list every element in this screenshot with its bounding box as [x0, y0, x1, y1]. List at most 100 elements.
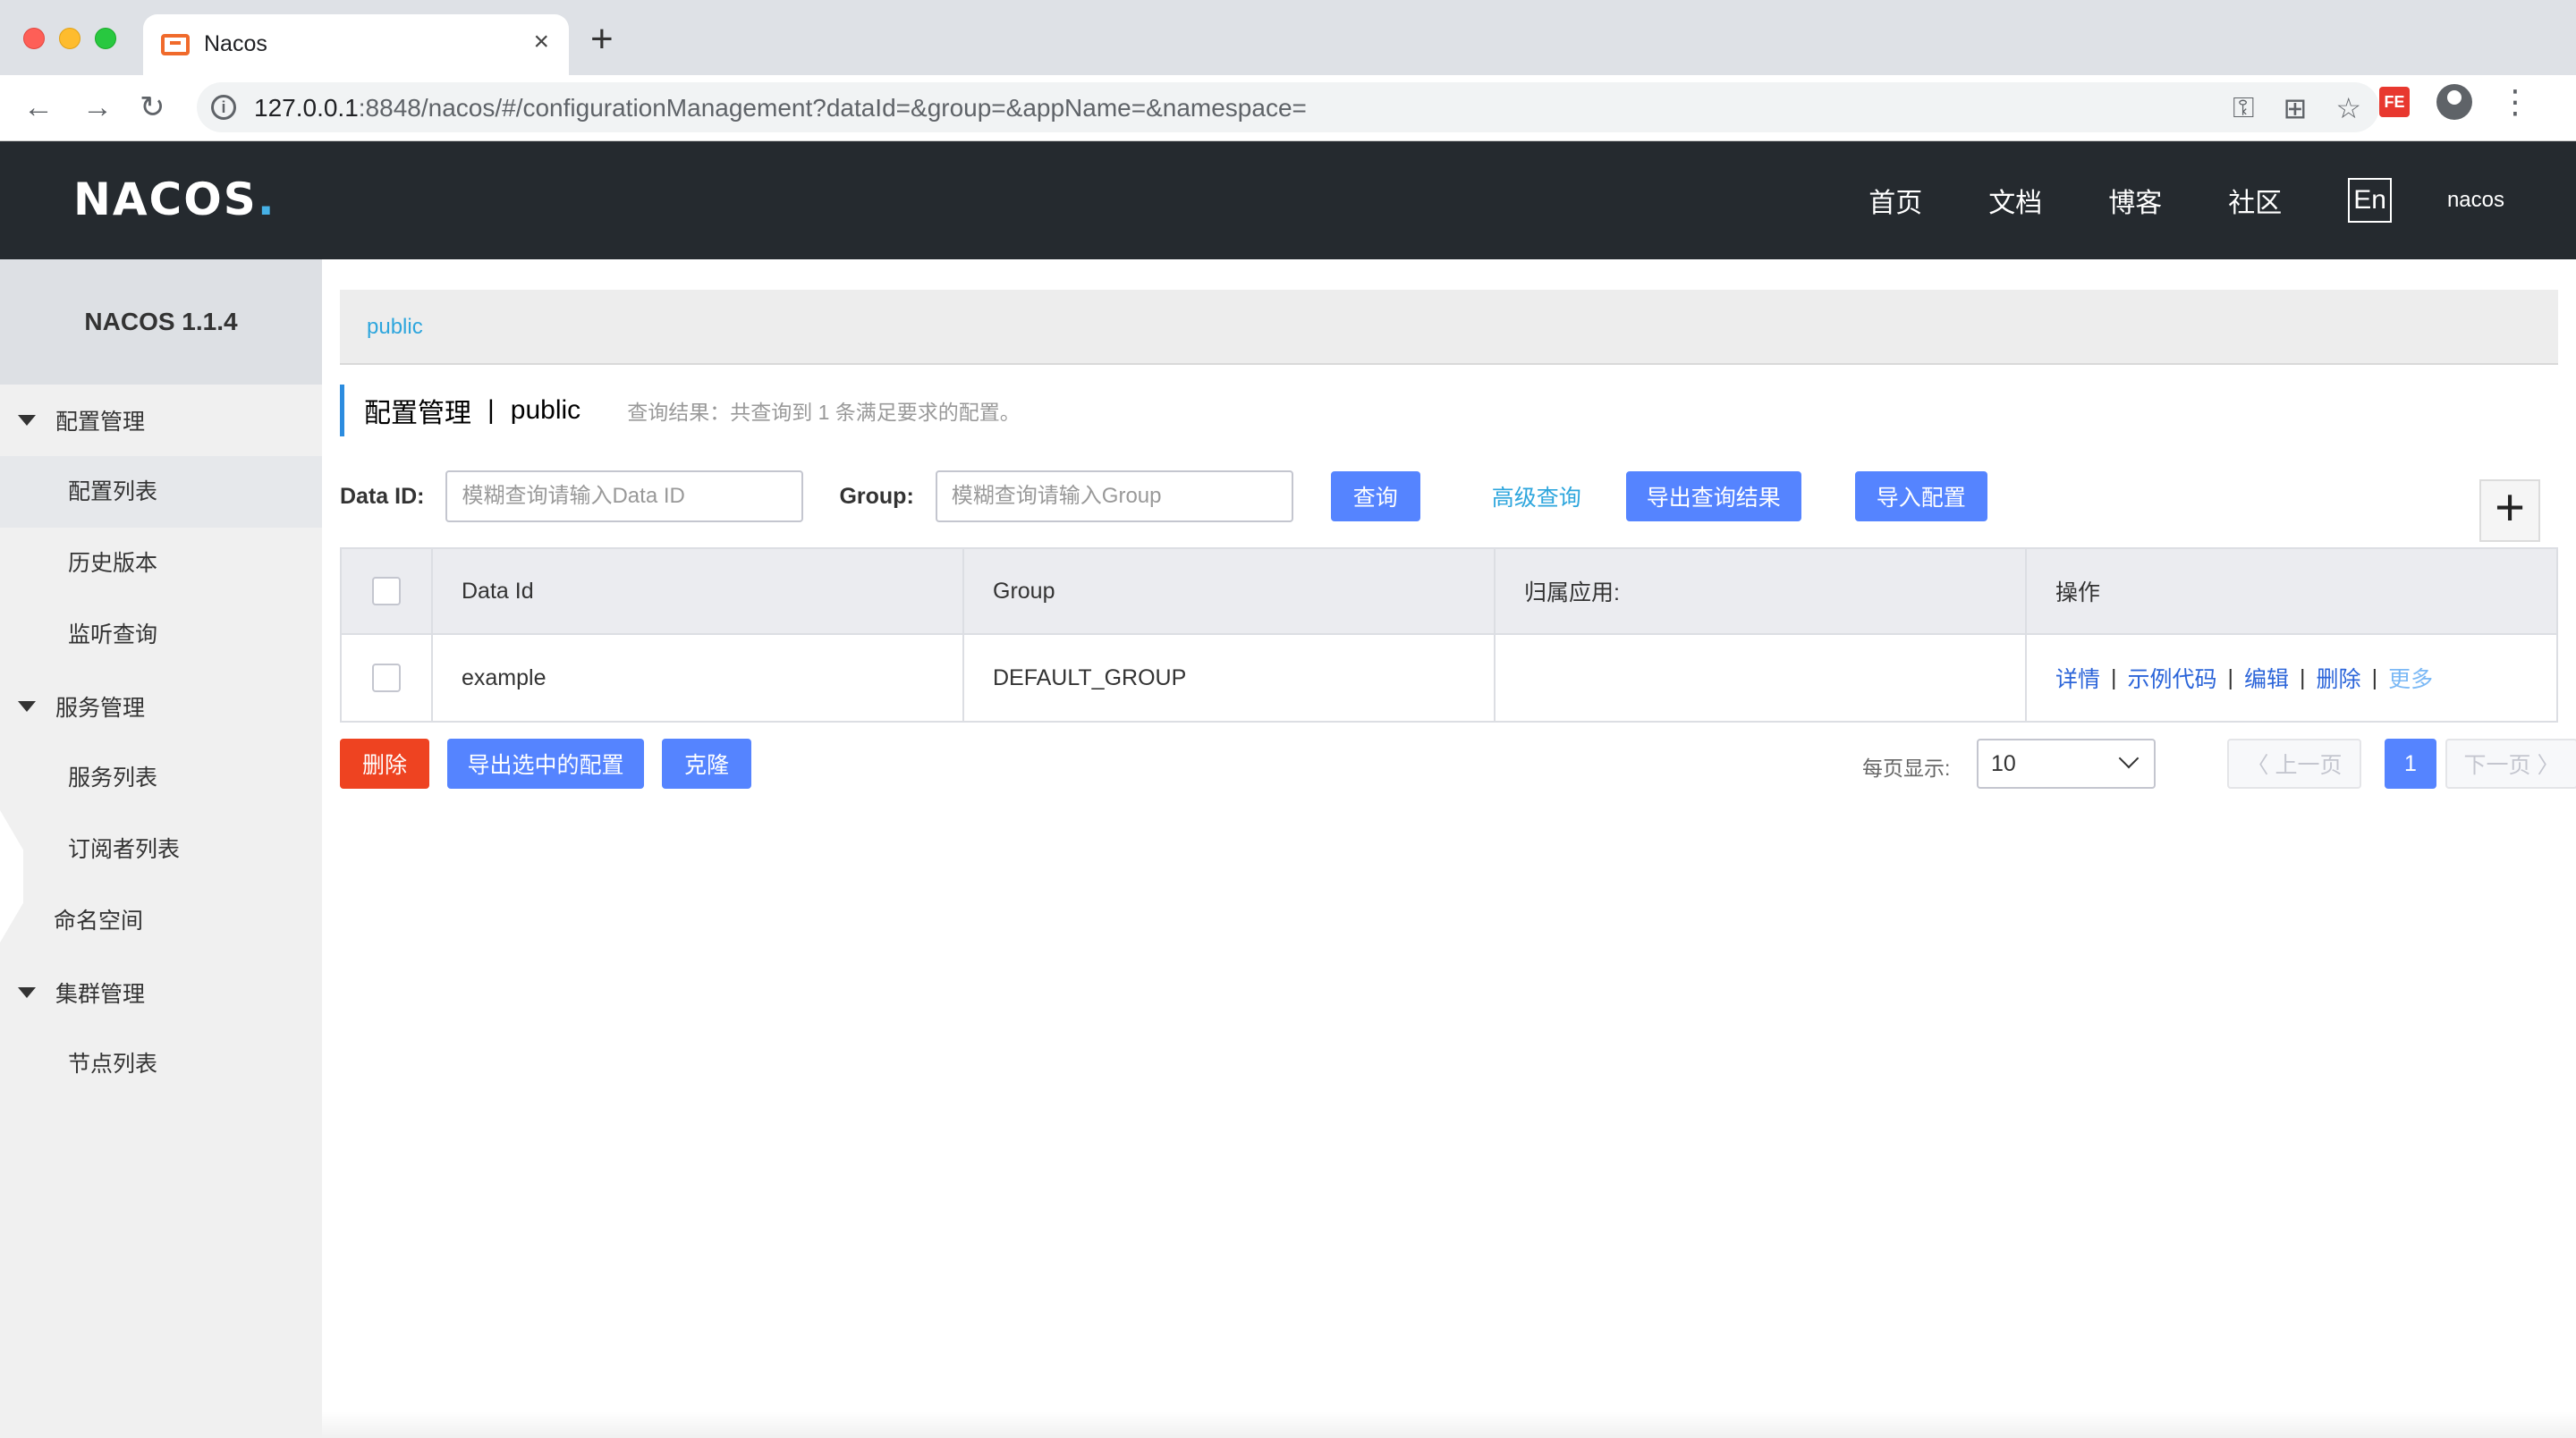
- prev-page-button[interactable]: 〈 上一页: [2227, 739, 2361, 789]
- logo-text: NACOS: [73, 173, 258, 225]
- top-nav: 首页 文档 博客 社区 En nacos: [1868, 141, 2576, 259]
- page-size-value: 10: [1991, 751, 2016, 776]
- app-header: NACOS. 首页 文档 博客 社区 En nacos: [0, 141, 2576, 259]
- logo-dot: .: [257, 173, 276, 225]
- sidebar-group-service[interactable]: 服务管理: [0, 671, 322, 742]
- sidebar: NACOS 1.1.4 配置管理 配置列表 历史版本 监听查询 服务管理 服务列…: [0, 259, 322, 1438]
- header-operations: 操作: [2055, 580, 2101, 605]
- op-separator: |: [2371, 664, 2378, 690]
- row-checkbox[interactable]: [372, 664, 401, 692]
- header-app: 归属应用:: [1496, 549, 2027, 633]
- sidebar-item-namespace[interactable]: 命名空间: [0, 885, 322, 957]
- sidebar-item-config-list[interactable]: 配置列表: [0, 456, 322, 528]
- page-title: 配置管理: [364, 399, 471, 428]
- address-bar[interactable]: i 127.0.0.1:8848/nacos/#/configurationMa…: [197, 82, 2379, 132]
- group-input[interactable]: 模糊查询请输入Group: [935, 470, 1293, 522]
- query-result-text: 查询结果：共查询到 1 条满足要求的配置。: [627, 401, 1021, 424]
- sidebar-item-history[interactable]: 历史版本: [0, 528, 322, 599]
- site-info-icon[interactable]: i: [211, 95, 236, 120]
- sidebar-item-subscriber-list[interactable]: 订阅者列表: [0, 814, 322, 885]
- nav-home[interactable]: 首页: [1868, 181, 1922, 220]
- language-toggle-button[interactable]: En: [2348, 178, 2392, 223]
- new-tab-button[interactable]: +: [590, 20, 614, 59]
- header-data-id: Data Id: [433, 549, 964, 633]
- fe-extension-icon[interactable]: FE: [2379, 87, 2410, 117]
- browser-tab[interactable]: Nacos ×: [143, 14, 569, 75]
- table-row: example DEFAULT_GROUP 详情 | 示例代码 | 编辑 | 删…: [342, 635, 2556, 721]
- nav-docs[interactable]: 文档: [1988, 181, 2042, 220]
- sidebar-group-cluster[interactable]: 集群管理: [0, 957, 322, 1028]
- op-more-link[interactable]: 更多: [2388, 662, 2433, 694]
- filter-row: Data ID: 模糊查询请输入Data ID Group: 模糊查询请输入Gr…: [340, 470, 1987, 522]
- namespace-link-public[interactable]: public: [367, 315, 423, 340]
- delete-button[interactable]: 删除: [340, 739, 429, 789]
- omnibox-icons: ⚿ ⊞ ☆: [2233, 91, 2361, 125]
- chevron-down-icon: [2118, 748, 2140, 769]
- minimize-window-button[interactable]: [59, 28, 80, 49]
- url-path: :8848/nacos/#/configurationManagement?da…: [358, 94, 1307, 122]
- version-label: NACOS 1.1.4: [0, 259, 322, 385]
- back-button[interactable]: ←: [23, 89, 54, 125]
- tab-close-icon[interactable]: ×: [533, 29, 549, 55]
- add-config-button[interactable]: +: [2479, 479, 2540, 542]
- key-icon[interactable]: ⚿: [2233, 91, 2254, 125]
- maximize-window-button[interactable]: [95, 28, 116, 49]
- page-title-separator: |: [487, 395, 495, 425]
- table-footer: 删除 导出选中的配置 克隆 每页显示: 10 〈 上一页 1 下一页 〉: [340, 739, 2576, 789]
- group-label: Group:: [839, 483, 914, 509]
- sidebar-item-node-list[interactable]: 节点列表: [0, 1028, 322, 1100]
- op-delete-link[interactable]: 删除: [2317, 662, 2361, 694]
- page-title-row: 配置管理 | public 查询结果：共查询到 1 条满足要求的配置。: [340, 385, 1021, 436]
- close-window-button[interactable]: [23, 28, 45, 49]
- op-separator: |: [2227, 664, 2234, 690]
- cell-operations: 详情 | 示例代码 | 编辑 | 删除 | 更多: [2027, 635, 2556, 721]
- table-header-row: Data Id Group 归属应用: 操作: [342, 549, 2556, 635]
- nav-blog[interactable]: 博客: [2108, 181, 2162, 220]
- namespace-bar: public: [340, 290, 2558, 365]
- tab-title: Nacos: [204, 31, 267, 56]
- next-page-button[interactable]: 下一页 〉: [2445, 739, 2576, 789]
- extensions-area: FE ⋮: [2379, 84, 2531, 120]
- nav-community[interactable]: 社区: [2228, 181, 2282, 220]
- data-id-label: Data ID:: [340, 483, 425, 509]
- op-separator: |: [2300, 664, 2306, 690]
- export-results-button[interactable]: 导出查询结果: [1625, 471, 1801, 521]
- user-menu[interactable]: nacos: [2447, 188, 2504, 213]
- url-text[interactable]: 127.0.0.1:8848/nacos/#/configurationMana…: [254, 94, 1307, 123]
- sidebar-group-label: 服务管理: [55, 696, 146, 721]
- export-selected-button[interactable]: 导出选中的配置: [447, 739, 644, 789]
- row-checkbox-cell: [342, 635, 433, 721]
- forward-button[interactable]: →: [82, 89, 113, 125]
- bookmark-star-icon[interactable]: ☆: [2335, 91, 2361, 125]
- op-detail-link[interactable]: 详情: [2055, 662, 2100, 694]
- page-number-1[interactable]: 1: [2385, 739, 2436, 789]
- select-all-checkbox[interactable]: [372, 577, 401, 605]
- op-edit-link[interactable]: 编辑: [2244, 662, 2289, 694]
- header-group: Group: [964, 549, 1496, 633]
- nacos-logo[interactable]: NACOS.: [73, 173, 276, 225]
- page-title-namespace: public: [510, 395, 581, 425]
- clone-button[interactable]: 克隆: [662, 739, 751, 789]
- config-table: Data Id Group 归属应用: 操作 example DEFAULT_G…: [340, 547, 2558, 723]
- page-size-label: 每页显示:: [1862, 757, 1951, 780]
- caret-down-icon: [18, 987, 36, 998]
- import-config-button[interactable]: 导入配置: [1854, 471, 1987, 521]
- cell-data-id: example: [433, 635, 964, 721]
- header-checkbox-cell: [342, 549, 433, 633]
- sidebar-item-listener-query[interactable]: 监听查询: [0, 599, 322, 671]
- browser-menu-icon[interactable]: ⋮: [2499, 84, 2531, 120]
- sidebar-group-config[interactable]: 配置管理: [0, 385, 322, 456]
- browser-toolbar: ← → ↻ i 127.0.0.1:8848/nacos/#/configura…: [0, 75, 2576, 141]
- sidebar-item-service-list[interactable]: 服务列表: [0, 742, 322, 814]
- query-button[interactable]: 查询: [1330, 471, 1420, 521]
- reload-button[interactable]: ↻: [140, 89, 165, 125]
- op-sample-code-link[interactable]: 示例代码: [2128, 662, 2217, 694]
- advanced-query-link[interactable]: 高级查询: [1492, 480, 1581, 512]
- cell-group: DEFAULT_GROUP: [964, 635, 1496, 721]
- main-content: public 配置管理 | public 查询结果：共查询到 1 条满足要求的配…: [322, 259, 2576, 1438]
- sidebar-group-label: 配置管理: [55, 410, 146, 435]
- page-size-select[interactable]: 10: [1977, 739, 2156, 789]
- translate-icon[interactable]: ⊞: [2284, 91, 2308, 125]
- profile-avatar-icon[interactable]: [2436, 84, 2472, 120]
- data-id-input[interactable]: 模糊查询请输入Data ID: [445, 470, 804, 522]
